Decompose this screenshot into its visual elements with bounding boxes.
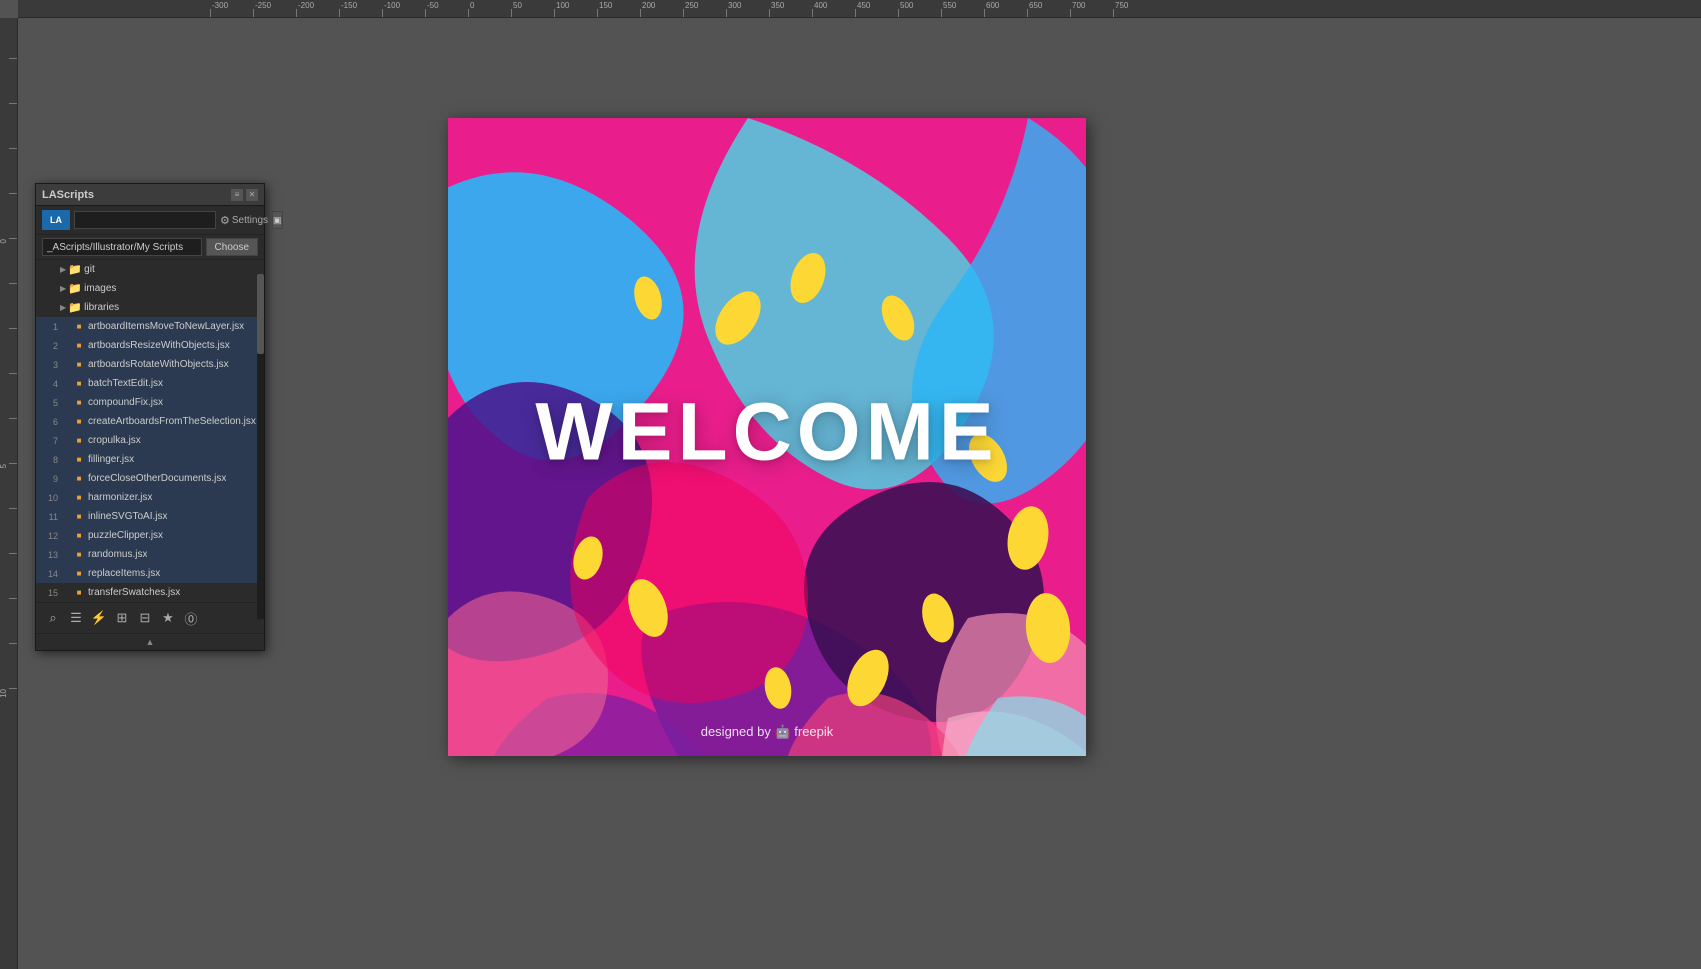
lascripts-panel: LAScripts ≡ ✕ LA ⚙ Settings ▣ Choose ▶📁g… (35, 183, 265, 651)
file-item[interactable]: 6■createArtboardsFromTheSelection.jsx (36, 412, 264, 431)
file-item[interactable]: 14■replaceItems.jsx (36, 564, 264, 583)
canvas-area: WELCOME designed by 🤖 freepik (18, 18, 1701, 969)
panel-scrollbar[interactable] (257, 274, 264, 619)
panel-title: LAScripts (42, 189, 94, 201)
panel-search-input[interactable] (74, 211, 216, 229)
panel-path-row: Choose (36, 235, 264, 260)
artboard: WELCOME designed by 🤖 freepik (448, 118, 1086, 756)
panel-title-buttons: ≡ ✕ (231, 189, 258, 201)
file-item[interactable]: 7■cropulka.jsx (36, 431, 264, 450)
file-item[interactable]: 1■artboardItemsMoveToNewLayer.jsx (36, 317, 264, 336)
search-icon[interactable]: ⌕ (42, 607, 64, 629)
ruler-top: /* rendered via JS below */ -300-250-200… (18, 0, 1701, 18)
grid-icon[interactable]: ⊞ (111, 607, 133, 629)
file-item[interactable]: 12■puzzleClipper.jsx (36, 526, 264, 545)
panel-file-list[interactable]: ▶📁git▶📁images▶📁libraries1■artboardItemsM… (36, 260, 264, 602)
welcome-text: WELCOME (535, 385, 998, 479)
file-item[interactable]: 2■artboardsResizeWithObjects.jsx (36, 336, 264, 355)
collapse-icon: ▲ (146, 637, 155, 647)
file-item[interactable]: 13■randomus.jsx (36, 545, 264, 564)
file-item[interactable]: 10■harmonizer.jsx (36, 488, 264, 507)
choose-button[interactable]: Choose (206, 238, 258, 256)
file-item[interactable]: ▶📁git (36, 260, 264, 279)
panel-collapse-row[interactable]: ▲ (36, 633, 264, 650)
ruler-left: 0510 (0, 18, 18, 969)
file-item[interactable]: 11■inlineSVGToAI.jsx (36, 507, 264, 526)
lock-icon[interactable]: ⓪ (180, 607, 202, 629)
file-item[interactable]: ▶📁images (36, 279, 264, 298)
star-icon[interactable]: ★ (157, 607, 179, 629)
file-item[interactable]: 5■compoundFix.jsx (36, 393, 264, 412)
list-icon[interactable]: ☰ (65, 607, 87, 629)
bottom-toolbar-icons: ⌕☰⚡⊞⊟★⓪ (42, 607, 202, 629)
file-item[interactable]: 3■artboardsRotateWithObjects.jsx (36, 355, 264, 374)
file-item[interactable]: ▶📁libraries (36, 298, 264, 317)
settings-gear-icon: ⚙ (220, 214, 230, 227)
minus-icon[interactable]: ⊟ (134, 607, 156, 629)
panel-minimize-button[interactable]: ≡ (231, 189, 243, 201)
panel-toolbar: LA ⚙ Settings ▣ (36, 206, 264, 235)
lightning-icon[interactable]: ⚡ (88, 607, 110, 629)
panel-extra-button[interactable]: ▣ (272, 211, 283, 229)
panel-settings-button[interactable]: ⚙ Settings (220, 214, 268, 227)
file-item[interactable]: 4■batchTextEdit.jsx (36, 374, 264, 393)
designed-by-text: designed by 🤖 freepik (701, 724, 834, 740)
file-item[interactable]: 8■fillinger.jsx (36, 450, 264, 469)
panel-bottom-toolbar: ⌕☰⚡⊞⊟★⓪ (36, 602, 264, 633)
panel-titlebar[interactable]: LAScripts ≡ ✕ (36, 184, 264, 206)
panel-path-input[interactable] (42, 238, 202, 256)
panel-close-button[interactable]: ✕ (246, 189, 258, 201)
panel-logo: LA (42, 210, 70, 230)
file-item[interactable]: 15■transferSwatches.jsx (36, 583, 264, 602)
file-item[interactable]: 9■forceCloseOtherDocuments.jsx (36, 469, 264, 488)
